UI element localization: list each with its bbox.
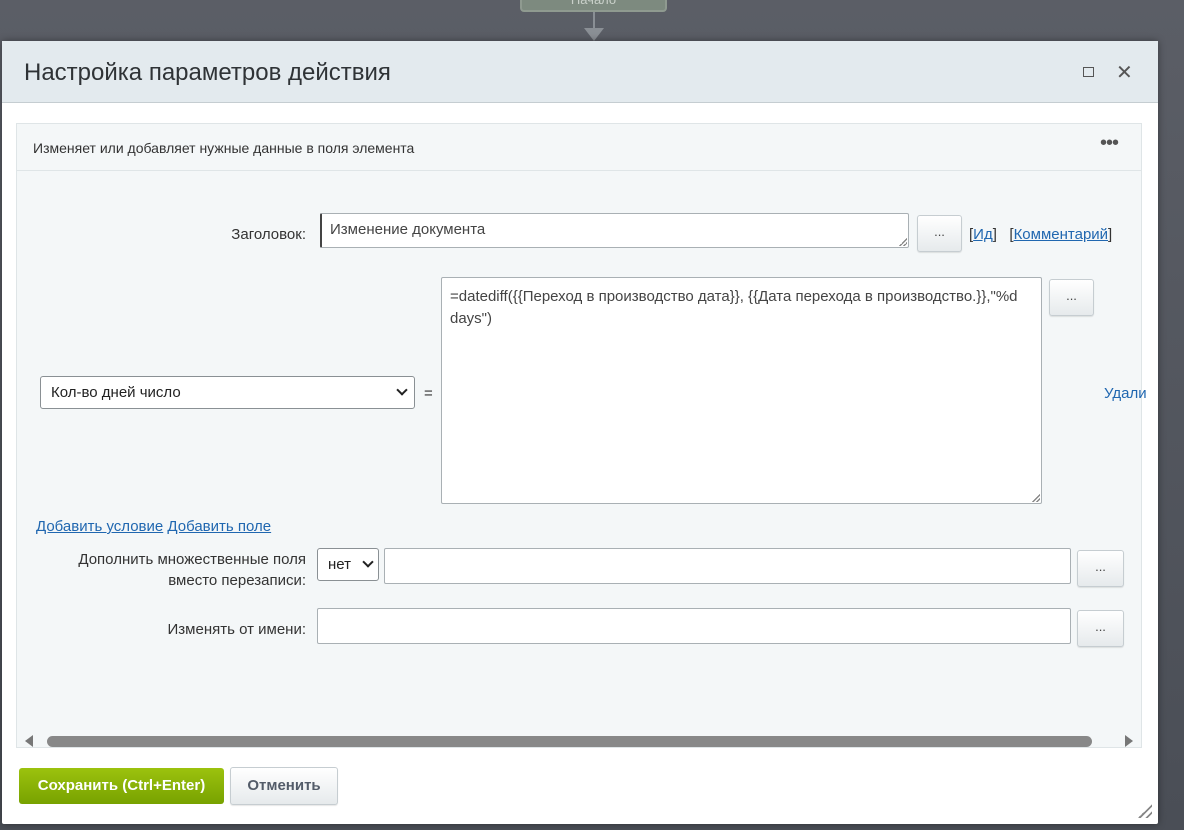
field-select-value: Кол-во дней число <box>51 384 181 401</box>
connector-arrow-icon <box>584 28 604 41</box>
expression-grip <box>441 277 1042 504</box>
title-label: Заголовок: <box>231 226 306 243</box>
append-select[interactable]: нет <box>317 548 379 581</box>
dialog-title: Настройка параметров действия <box>24 59 391 86</box>
delete-link[interactable]: Удали <box>1104 385 1147 402</box>
resize-grip-icon[interactable] <box>1138 804 1154 820</box>
panel-header: Изменяет или добавляет нужные данные в п… <box>17 124 1141 171</box>
cancel-button[interactable]: Отменить <box>230 767 338 805</box>
start-node: Начало <box>520 0 667 12</box>
maximize-icon[interactable] <box>1083 67 1094 77</box>
append-insert-button[interactable]: ... <box>1077 550 1124 587</box>
scroll-left-icon[interactable] <box>25 735 33 747</box>
chevron-down-icon <box>362 556 374 568</box>
dialog-header: Настройка параметров действия ✕ <box>2 41 1158 103</box>
add-condition-link[interactable]: Добавить условие <box>36 518 163 535</box>
action-panel: Изменяет или добавляет нужные данные в п… <box>16 123 1147 748</box>
expression-insert-button[interactable]: ... <box>1049 279 1094 316</box>
field-select[interactable]: Кол-во дней число <box>40 376 415 409</box>
append-select-value: нет <box>328 556 351 573</box>
equals-sign: = <box>424 385 433 402</box>
scroll-right-icon[interactable] <box>1125 735 1133 747</box>
title-insert-button[interactable]: ... <box>917 215 962 252</box>
modify-as-insert-button[interactable]: ... <box>1077 610 1124 647</box>
add-field-link[interactable]: Добавить поле <box>167 518 271 535</box>
panel-description: Изменяет или добавляет нужные данные в п… <box>33 140 415 156</box>
id-link[interactable]: Ид <box>973 226 993 243</box>
modify-as-label: Изменять от имени: <box>167 621 307 638</box>
horizontal-scrollbar[interactable] <box>47 736 1092 747</box>
add-links: Добавить условие Добавить поле <box>36 518 271 535</box>
append-input[interactable] <box>384 548 1071 584</box>
action-settings-dialog: Настройка параметров действия ✕ Изменяет… <box>2 41 1158 824</box>
append-label: Дополнить множественные поля вместо пере… <box>78 551 306 589</box>
save-button[interactable]: Сохранить (Ctrl+Enter) <box>19 768 224 804</box>
comment-link[interactable]: Комментарий <box>1014 226 1108 243</box>
chevron-down-icon <box>396 384 408 396</box>
id-link-wrap: [Ид] [Комментарий] <box>969 226 1113 243</box>
more-icon[interactable]: ••• <box>1100 132 1119 155</box>
modify-as-input[interactable] <box>317 608 1071 644</box>
title-input-grip <box>320 213 909 248</box>
close-icon[interactable]: ✕ <box>1116 60 1133 85</box>
